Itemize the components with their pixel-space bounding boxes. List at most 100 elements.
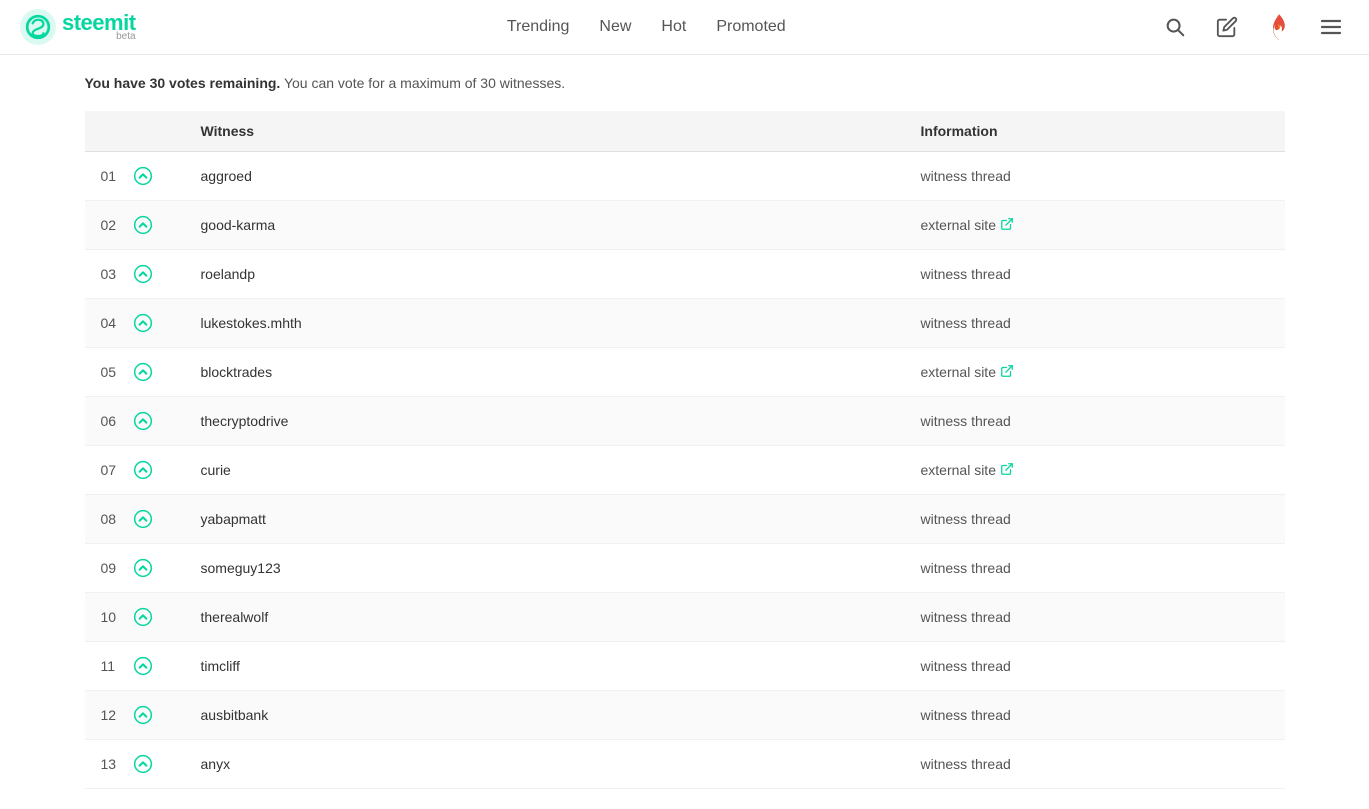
table-row: 06 thecryptodrive witness thread (85, 397, 1285, 446)
witness-name: good-karma (201, 217, 276, 233)
search-button[interactable] (1157, 9, 1193, 45)
rank-number: 03 (101, 266, 125, 282)
rank-cell: 03 (85, 250, 185, 299)
table-body: 01 aggroed witness thread 02 good-karma (85, 152, 1285, 789)
witness-thread-link[interactable]: witness thread (921, 707, 1269, 723)
external-site-link[interactable]: external site (921, 364, 1269, 381)
vote-button[interactable] (133, 754, 153, 774)
steemit-logo-icon (20, 9, 56, 45)
nav-new[interactable]: New (599, 18, 631, 36)
chevron-up-icon (133, 509, 153, 529)
vote-button[interactable] (133, 362, 153, 382)
witness-cell: yabapmatt (185, 495, 905, 544)
witness-thread-link[interactable]: witness thread (921, 560, 1269, 576)
witness-thread-link[interactable]: witness thread (921, 266, 1269, 282)
chevron-up-icon (133, 460, 153, 480)
chevron-up-icon (133, 411, 153, 431)
witness-name: aggroed (201, 168, 252, 184)
vote-button[interactable] (133, 313, 153, 333)
rank-number: 06 (101, 413, 125, 429)
votes-notice: You have 30 votes remaining. You can vot… (85, 75, 1285, 91)
table-header: Witness Information (85, 111, 1285, 152)
chevron-up-icon (133, 607, 153, 627)
col-information-header: Information (905, 111, 1285, 152)
chevron-up-icon (133, 754, 153, 774)
witness-cell: blocktrades (185, 348, 905, 397)
rank-number: 09 (101, 560, 125, 576)
rank-cell: 10 (85, 593, 185, 642)
witness-name: blocktrades (201, 364, 273, 380)
information-cell: witness thread (905, 740, 1285, 789)
table-row: 02 good-karma external site (85, 201, 1285, 250)
witness-name: curie (201, 462, 231, 478)
witness-cell: aggroed (185, 152, 905, 201)
rank-number: 01 (101, 168, 125, 184)
information-cell: external site (905, 446, 1285, 495)
vote-button[interactable] (133, 215, 153, 235)
rank-cell: 09 (85, 544, 185, 593)
pencil-icon (1216, 16, 1238, 38)
menu-button[interactable] (1313, 9, 1349, 45)
nav-trending[interactable]: Trending (507, 18, 570, 36)
external-site-link[interactable]: external site (921, 217, 1269, 234)
witness-thread-link[interactable]: witness thread (921, 609, 1269, 625)
vote-button[interactable] (133, 558, 153, 578)
rank-cell: 07 (85, 446, 185, 495)
witness-cell: ausbitbank (185, 691, 905, 740)
rank-number: 08 (101, 511, 125, 527)
rank-cell: 02 (85, 201, 185, 250)
information-cell: witness thread (905, 593, 1285, 642)
witness-thread-link[interactable]: witness thread (921, 511, 1269, 527)
table-row: 08 yabapmatt witness thread (85, 495, 1285, 544)
vote-button[interactable] (133, 166, 153, 186)
logo-area: steemit beta (20, 9, 136, 45)
information-cell: witness thread (905, 397, 1285, 446)
witness-thread-link[interactable]: witness thread (921, 756, 1269, 772)
vote-button[interactable] (133, 264, 153, 284)
vote-button[interactable] (133, 705, 153, 725)
external-link-icon (1000, 217, 1014, 234)
witness-thread-link[interactable]: witness thread (921, 658, 1269, 674)
compose-button[interactable] (1209, 9, 1245, 45)
vote-button[interactable] (133, 509, 153, 529)
chevron-up-icon (133, 215, 153, 235)
witness-cell: lukestokes.mhth (185, 299, 905, 348)
navbar-actions (1157, 9, 1349, 45)
rank-number: 11 (101, 658, 125, 674)
steem-logo-button[interactable] (1261, 9, 1297, 45)
witness-cell: someguy123 (185, 544, 905, 593)
witness-thread-link[interactable]: witness thread (921, 315, 1269, 331)
rank-cell: 06 (85, 397, 185, 446)
chevron-up-icon (133, 705, 153, 725)
table-row: 04 lukestokes.mhthwitness thread (85, 299, 1285, 348)
information-cell: witness thread (905, 642, 1285, 691)
chevron-up-icon (133, 166, 153, 186)
nav-hot[interactable]: Hot (661, 18, 686, 36)
witness-name: therealwolf (201, 609, 269, 625)
information-cell: external site (905, 348, 1285, 397)
vote-button[interactable] (133, 607, 153, 627)
external-link-icon (1000, 462, 1014, 479)
nav-promoted[interactable]: Promoted (716, 18, 785, 36)
external-site-link[interactable]: external site (921, 462, 1269, 479)
hamburger-icon (1319, 15, 1343, 39)
witness-cell: thecryptodrive (185, 397, 905, 446)
witness-cell: roelandp (185, 250, 905, 299)
chevron-up-icon (133, 313, 153, 333)
witness-cell: good-karma (185, 201, 905, 250)
main-content: You have 30 votes remaining. You can vot… (45, 55, 1325, 809)
flame-icon (1265, 13, 1293, 41)
rank-cell: 08 (85, 495, 185, 544)
witness-thread-link[interactable]: witness thread (921, 168, 1269, 184)
col-rank-header (85, 111, 185, 152)
witness-name: timcliff (201, 658, 240, 674)
rank-number: 07 (101, 462, 125, 478)
witness-name: anyx (201, 756, 231, 772)
vote-button[interactable] (133, 411, 153, 431)
rank-number: 02 (101, 217, 125, 233)
witness-thread-link[interactable]: witness thread (921, 413, 1269, 429)
vote-button[interactable] (133, 656, 153, 676)
information-cell: witness thread (905, 495, 1285, 544)
vote-button[interactable] (133, 460, 153, 480)
information-cell: witness thread (905, 691, 1285, 740)
